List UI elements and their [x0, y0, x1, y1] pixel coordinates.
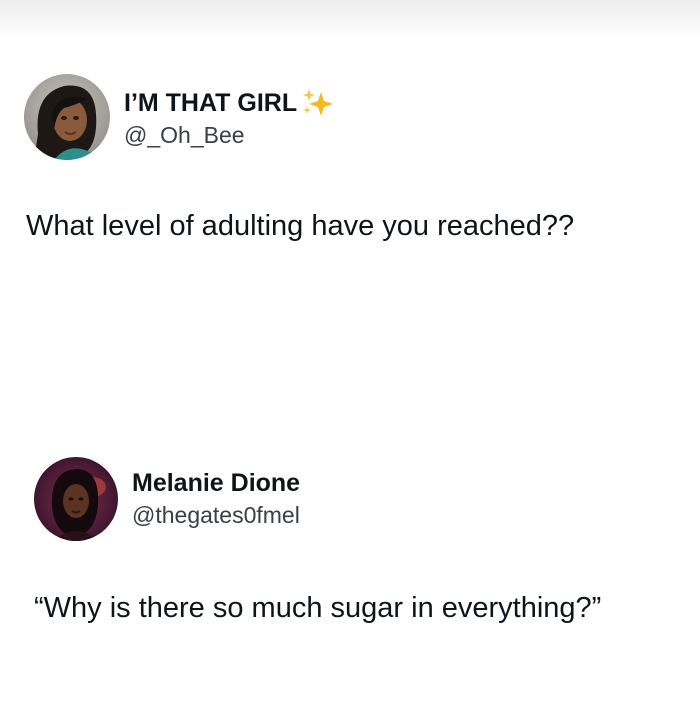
- avatar[interactable]: [24, 74, 110, 160]
- display-name[interactable]: Melanie Dione: [132, 468, 300, 498]
- author-names: Melanie Dione @thegates0fmel: [132, 468, 300, 530]
- handle[interactable]: @_Oh_Bee: [124, 120, 335, 150]
- display-name[interactable]: I’M THAT GIRL: [124, 88, 335, 118]
- sparkles-icon: [301, 88, 335, 118]
- avatar-image: [24, 74, 110, 160]
- avatar[interactable]: [34, 457, 118, 541]
- tweet-text: What level of adulting have you reached?…: [26, 210, 575, 242]
- display-name-text: I’M THAT GIRL: [124, 89, 298, 117]
- handle[interactable]: @thegates0fmel: [132, 500, 300, 530]
- tweet-original: I’M THAT GIRL @_Oh_Bee What level of adu…: [0, 68, 700, 242]
- author-names: I’M THAT GIRL @_Oh_Bee: [124, 88, 335, 150]
- display-name-text: Melanie Dione: [132, 469, 301, 497]
- top-shade: [0, 0, 700, 40]
- avatar-image: [34, 457, 118, 541]
- tweet-text: “Why is there so much sugar in everythin…: [34, 592, 602, 624]
- tweet-author: Melanie Dione @thegates0fmel: [0, 452, 700, 548]
- tweet-reply: Melanie Dione @thegates0fmel “Why is the…: [0, 452, 700, 624]
- tweet-author: I’M THAT GIRL @_Oh_Bee: [0, 68, 700, 164]
